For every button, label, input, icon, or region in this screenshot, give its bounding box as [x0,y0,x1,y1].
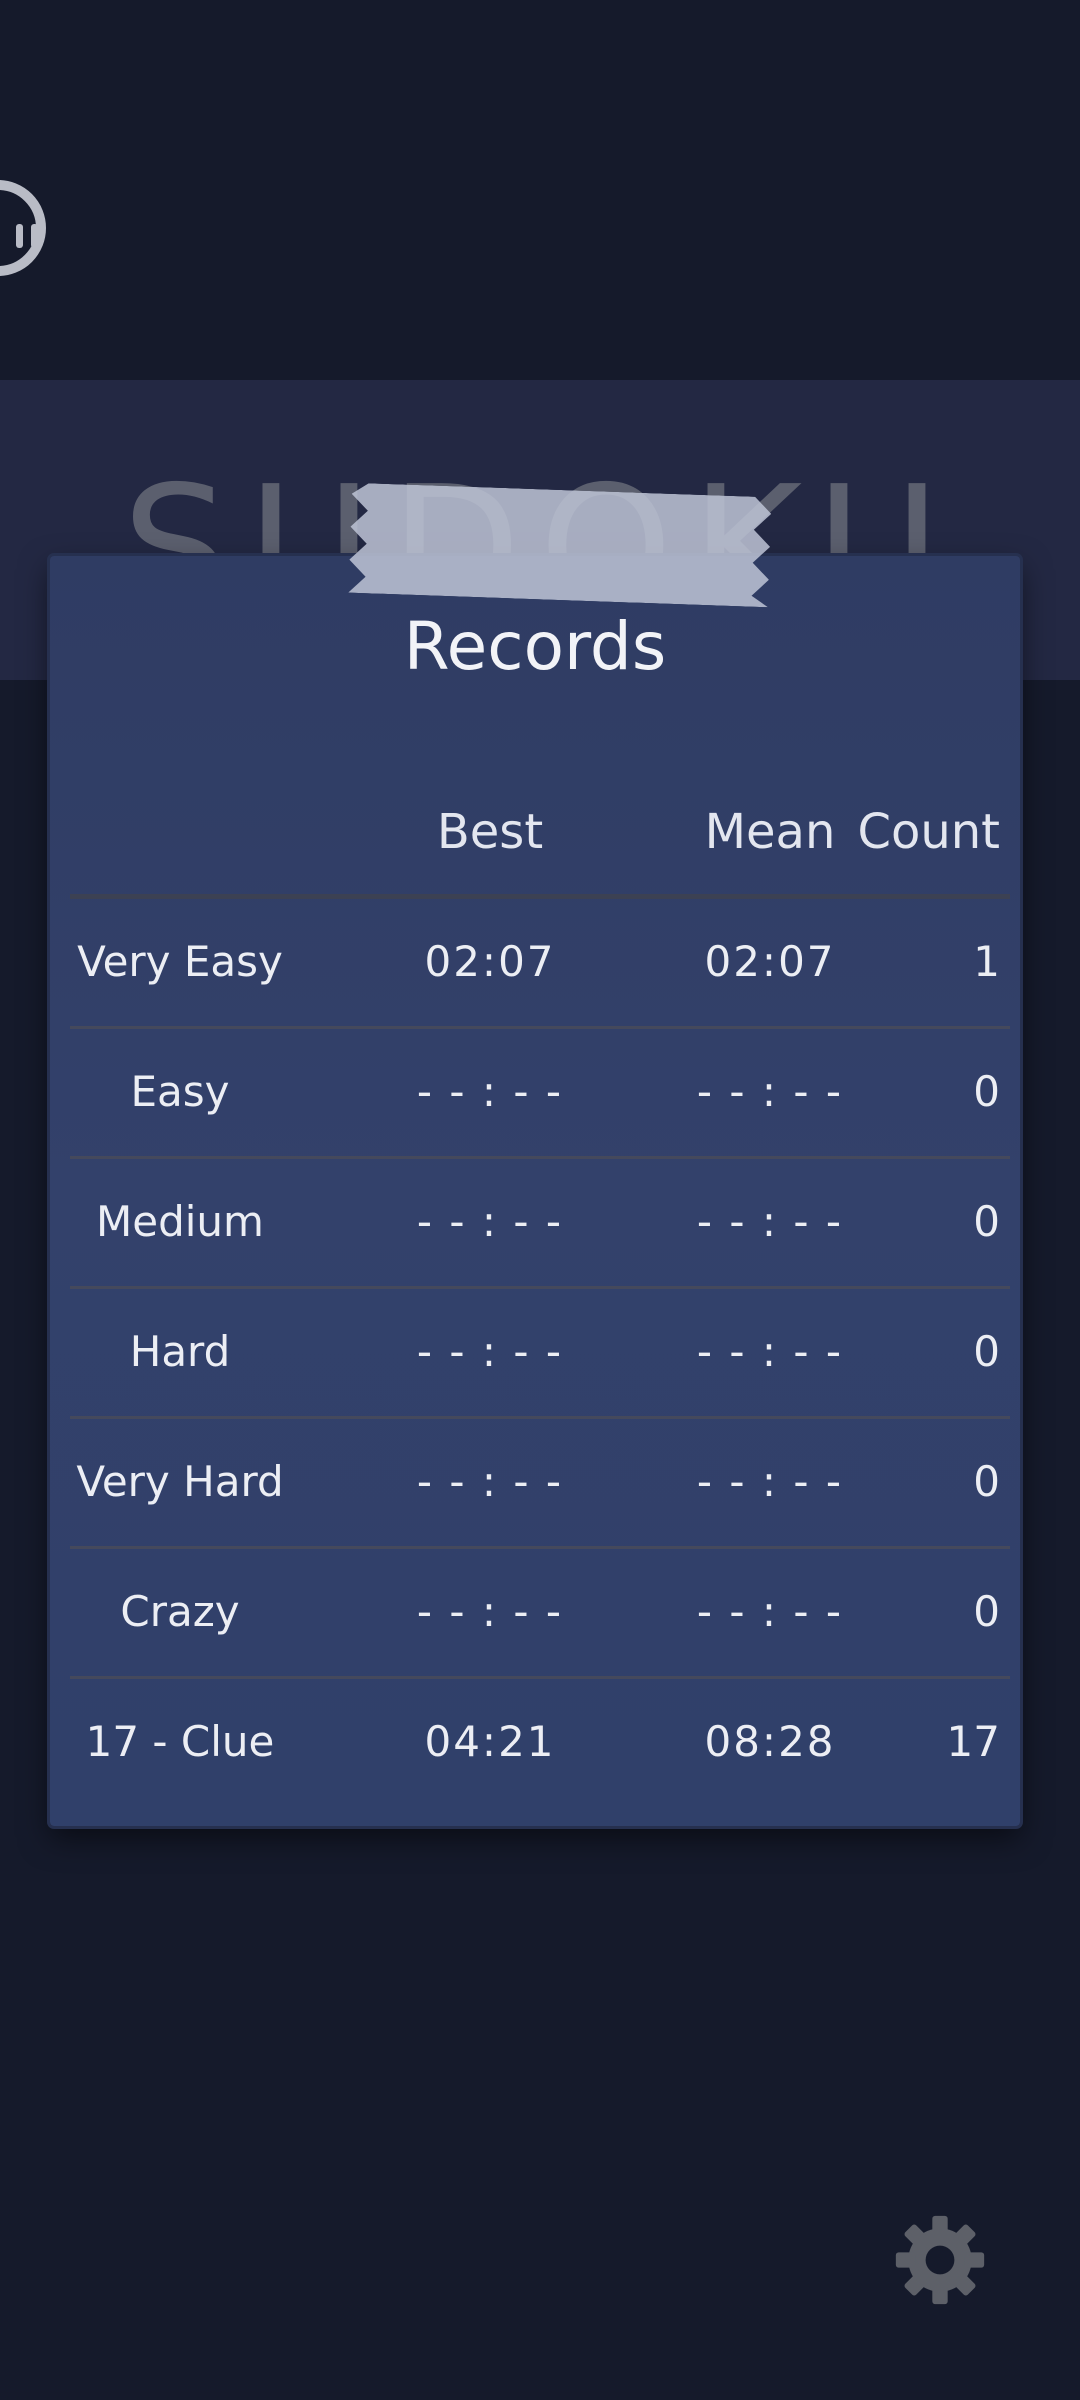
difficulty-name: Very Easy [77,937,283,986]
best-time: - - : - - [416,1067,564,1116]
table-row: Very Hard - - : - - - - : - - 0 [50,1419,1020,1549]
records-table-header: Best Mean Count [50,804,1020,884]
best-time: - - : - - [416,1457,564,1506]
difficulty-name: Very Hard [76,1457,284,1506]
table-row: Very Easy 02:07 02:07 1 [50,899,1020,1029]
column-header-best: Best [436,804,544,860]
column-header-count: Count [857,804,1000,860]
records-table: Very Easy 02:07 02:07 1 Easy - - : - - -… [50,899,1020,1809]
pause-button[interactable] [0,180,46,276]
best-time: - - : - - [416,1327,564,1376]
difficulty-name: Hard [129,1327,231,1376]
table-row: Medium - - : - - - - : - - 0 [50,1159,1020,1289]
tape-strip [348,483,772,608]
difficulty-name: Crazy [120,1587,240,1636]
pause-icon [16,224,38,250]
difficulty-name: Medium [96,1197,264,1246]
difficulty-name: 17 - Clue [85,1717,275,1766]
table-row: Easy - - : - - - - : - - 0 [50,1029,1020,1159]
games-count: 0 [973,1587,1000,1636]
games-count: 0 [973,1327,1000,1376]
table-row: Hard - - : - - - - : - - 0 [50,1289,1020,1419]
games-count: 0 [973,1197,1000,1246]
best-time: - - : - - [416,1197,564,1246]
best-time: 04:21 [424,1717,556,1766]
difficulty-name: Easy [130,1067,230,1116]
games-count: 0 [973,1457,1000,1506]
records-title: Records [403,608,667,685]
best-time: - - : - - [416,1587,564,1636]
games-count: 0 [973,1067,1000,1116]
table-row: 17 - Clue 04:21 08:28 17 [50,1679,1020,1809]
best-time: 02:07 [424,937,556,986]
table-row: Crazy - - : - - - - : - - 0 [50,1549,1020,1679]
games-count: 17 [946,1717,1000,1766]
gear-icon[interactable] [892,2212,988,2308]
games-count: 1 [973,937,1000,986]
records-panel: Records Best Mean Count Very Easy 02:07 … [50,556,1020,1826]
